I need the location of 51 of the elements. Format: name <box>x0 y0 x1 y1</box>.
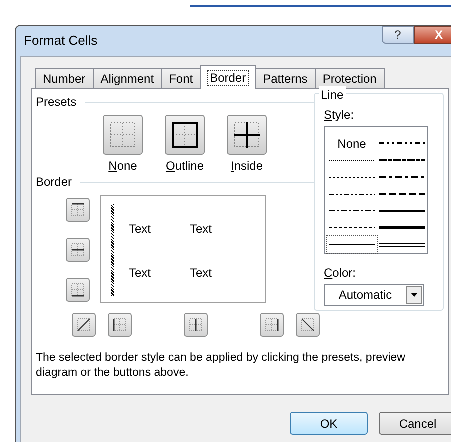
line-sample-icon <box>379 242 425 248</box>
dialog-button[interactable]: Cancel <box>379 412 451 435</box>
tab[interactable]: Border <box>200 65 256 89</box>
border-toggle-button[interactable] <box>72 313 96 337</box>
line-sample-icon <box>379 208 425 214</box>
tab[interactable]: Alignment <box>92 68 162 89</box>
line-sample-icon <box>379 157 425 164</box>
window-title: Format Cells <box>24 32 98 50</box>
border-toggle-button[interactable] <box>108 313 132 337</box>
preset-button[interactable] <box>165 115 205 155</box>
line-sample-icon <box>379 174 425 180</box>
dialog-button[interactable]: OK <box>290 412 368 435</box>
border-toggle-button[interactable] <box>296 313 320 337</box>
preview-text: Text <box>129 221 152 238</box>
line-sample-icon <box>379 191 425 197</box>
tab[interactable]: Protection <box>314 68 385 89</box>
section-title: Presets <box>36 94 77 111</box>
preview-text: Text <box>190 265 214 282</box>
line-sample-icon <box>379 140 425 146</box>
help-button[interactable]: ? <box>382 26 414 44</box>
line-style-option[interactable] <box>327 236 377 254</box>
border-toggle-button[interactable] <box>66 198 90 222</box>
line-sample-icon <box>329 208 375 214</box>
section-title: Border <box>36 174 72 191</box>
preset-label: None <box>108 158 138 175</box>
line-sample-icon <box>329 158 375 164</box>
preset-label: Outline <box>166 158 204 175</box>
border-preview[interactable]: Text Text Text Text <box>100 195 266 303</box>
border-toggle-button[interactable] <box>66 238 90 262</box>
preset-button[interactable] <box>227 115 267 155</box>
preview-text: Text <box>129 265 152 282</box>
tab[interactable]: Font <box>161 68 202 89</box>
line-style-option[interactable]: None <box>327 135 377 153</box>
border-toggle-button[interactable] <box>66 278 90 302</box>
hint-text: The selected border style can be applied by clicking the presets, preview diagram or the buttons above. <box>36 351 406 381</box>
color-label: Color: <box>324 265 358 282</box>
line-sample-icon <box>329 242 375 248</box>
border-toggle-button[interactable] <box>260 313 284 337</box>
border-toggle-button[interactable] <box>184 313 208 337</box>
border-line-icon <box>75 316 93 334</box>
line-sample-icon <box>329 175 375 181</box>
tab[interactable]: Number <box>35 68 94 89</box>
preview-text: Text <box>190 221 214 238</box>
style-label: Style: <box>324 108 354 122</box>
preset-label: Inside <box>230 158 264 175</box>
line-sample-icon <box>329 225 375 232</box>
tab[interactable]: Patterns <box>255 68 316 89</box>
color-dropdown[interactable]: Automatic <box>324 284 424 306</box>
line-sample-icon <box>329 192 375 198</box>
line-sample-icon <box>379 224 425 231</box>
border-line-icon <box>299 316 317 334</box>
